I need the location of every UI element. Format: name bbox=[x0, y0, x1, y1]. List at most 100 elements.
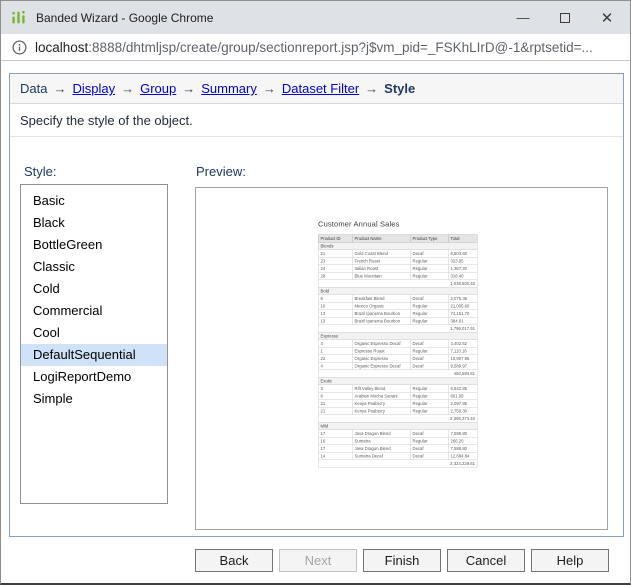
report-detail-row: 4Organic Espresso DecafDecaf3,402.52 bbox=[318, 340, 477, 348]
report-group-total-row: 1,038,500.40 bbox=[318, 280, 477, 288]
report-cell: Regular bbox=[410, 257, 448, 265]
report-group-total: 2,096,373.40 bbox=[318, 415, 477, 423]
report-cell: 13 bbox=[318, 310, 352, 318]
logi-report-icon bbox=[10, 9, 27, 26]
report-group-name: Bold bbox=[318, 287, 477, 295]
report-group-total-row: 1,796,017.91 bbox=[318, 325, 477, 333]
report-cell: 266.20 bbox=[448, 437, 477, 445]
breadcrumb-arrow-icon: → bbox=[182, 81, 195, 96]
report-cell: Regular bbox=[410, 437, 448, 445]
report-cell: Regular bbox=[410, 310, 448, 318]
style-list-item-classic[interactable]: Classic bbox=[21, 256, 167, 278]
minimize-button[interactable]: — bbox=[502, 1, 544, 34]
report-table: Product IDProduct NameProduct TypeTotal B… bbox=[318, 235, 478, 468]
url-host: localhost bbox=[35, 40, 88, 55]
report-cell: Arabian Mocha Sanani bbox=[352, 392, 410, 400]
report-detail-row: 10Mexico OrganicRegular21,005.60 bbox=[318, 302, 477, 310]
report-cell: Regular bbox=[410, 347, 448, 355]
report-detail-row: 1Espresso RoastRegular7,110.16 bbox=[318, 347, 477, 355]
style-list-item-cold[interactable]: Cold bbox=[21, 278, 167, 300]
report-group-total-row: 2,096,373.40 bbox=[318, 415, 477, 423]
report-detail-row: 13Brazil Ipanema BourbonRegular384.61 bbox=[318, 317, 477, 325]
style-list-item-simple[interactable]: Simple bbox=[21, 388, 167, 410]
report-cell: 6 bbox=[318, 392, 352, 400]
style-list-item-commercial[interactable]: Commercial bbox=[21, 300, 167, 322]
style-list-item-bottlegreen[interactable]: BottleGreen bbox=[21, 234, 167, 256]
report-group-total-row: 450,594.81 bbox=[318, 370, 477, 378]
report-group-total: 1,796,017.91 bbox=[318, 325, 477, 333]
instruction-text: Specify the style of the object. bbox=[10, 104, 623, 137]
report-cell: Gold Coast Blend bbox=[352, 250, 410, 258]
report-cell: 384.61 bbox=[448, 317, 477, 325]
maximize-button[interactable] bbox=[544, 1, 586, 34]
report-cell: 8 bbox=[318, 295, 352, 303]
report-column-header: Product ID bbox=[318, 235, 352, 243]
report-detail-row: 22Organic EspressoDecaf10,907.95 bbox=[318, 355, 477, 363]
back-button[interactable]: Back bbox=[195, 549, 273, 572]
report-cell: 23 bbox=[318, 257, 352, 265]
report-cell: Kenya Peaberry bbox=[352, 407, 410, 415]
report-header-row: Product IDProduct NameProduct TypeTotal bbox=[318, 235, 477, 243]
report-table-body: Product IDProduct NameProduct TypeTotal B… bbox=[318, 235, 477, 468]
report-cell: Sumatra bbox=[352, 437, 410, 445]
report-cell: 21 bbox=[318, 407, 352, 415]
report-cell: Decaf bbox=[410, 430, 448, 438]
breadcrumb-item-group[interactable]: Group bbox=[140, 81, 176, 96]
cancel-button[interactable]: Cancel bbox=[447, 549, 525, 572]
report-cell: Organic Espresso Decaf bbox=[352, 362, 410, 370]
report-cell: 10 bbox=[318, 437, 352, 445]
report-cell: Decaf bbox=[410, 362, 448, 370]
report-detail-row: 8Breakfast BlendDecaf2,075.36 bbox=[318, 295, 477, 303]
preview-pane: Customer Annual Sales Product IDProduct … bbox=[195, 187, 608, 530]
report-detail-row: 3Rift Valley BlendRegular6,542.85 bbox=[318, 385, 477, 393]
breadcrumb-item-data: Data bbox=[20, 81, 47, 96]
report-cell: 6,542.85 bbox=[448, 385, 477, 393]
style-list-item-defaultsequential[interactable]: DefaultSequential bbox=[21, 344, 167, 366]
window-title: Banded Wizard - Google Chrome bbox=[36, 11, 213, 25]
report-cell: 28 bbox=[318, 272, 352, 280]
report-cell: 7,110.16 bbox=[448, 347, 477, 355]
help-button[interactable]: Help bbox=[531, 549, 609, 572]
page-info-icon[interactable] bbox=[12, 40, 27, 55]
report-group-total: 1,038,500.40 bbox=[318, 280, 477, 288]
report-group-name: Espresso bbox=[318, 332, 477, 340]
report-group-total: 2,324,229.61 bbox=[318, 460, 477, 468]
report-cell: Decaf bbox=[410, 340, 448, 348]
style-list-item-logireportdemo[interactable]: LogiReportDemo bbox=[21, 366, 167, 388]
breadcrumb-arrow-icon: → bbox=[121, 81, 134, 96]
report-group-total: 450,594.81 bbox=[318, 370, 477, 378]
style-list[interactable]: BasicBlackBottleGreenClassicColdCommerci… bbox=[20, 184, 168, 504]
report-cell: Java Dragon Blend bbox=[352, 445, 410, 453]
style-list-item-basic[interactable]: Basic bbox=[21, 190, 167, 212]
close-button[interactable]: ✕ bbox=[586, 1, 628, 34]
wizard-panel: Data→Display→Group→Summary→Dataset Filte… bbox=[9, 73, 624, 537]
report-cell: Brazil Ipanema Bourbon bbox=[352, 310, 410, 318]
report-group-name: Mild bbox=[318, 422, 477, 430]
maximize-icon bbox=[560, 13, 570, 23]
url-path: :8888/dhtmljsp/create/group/sectionrepor… bbox=[88, 40, 592, 55]
report-cell: 2,750.30 bbox=[448, 407, 477, 415]
title-bar: Banded Wizard - Google Chrome — ✕ bbox=[1, 1, 630, 34]
breadcrumb-item-display[interactable]: Display bbox=[72, 81, 115, 96]
report-detail-row: 10SumatraRegular266.20 bbox=[318, 437, 477, 445]
report-cell: Regular bbox=[410, 407, 448, 415]
report-group-total-row: 2,324,229.61 bbox=[318, 460, 477, 468]
report-cell: 4 bbox=[318, 340, 352, 348]
report-cell: Mexico Organic bbox=[352, 302, 410, 310]
style-list-item-black[interactable]: Black bbox=[21, 212, 167, 234]
report-cell: 7,588.80 bbox=[448, 430, 477, 438]
finish-button[interactable]: Finish bbox=[363, 549, 441, 572]
report-detail-row: 17Java Dragon BlendDecaf7,588.80 bbox=[318, 430, 477, 438]
report-cell: 323.95 bbox=[448, 257, 477, 265]
style-list-item-cool[interactable]: Cool bbox=[21, 322, 167, 344]
report-cell: Breakfast Blend bbox=[352, 295, 410, 303]
address-bar[interactable]: localhost:8888/dhtmljsp/create/group/sec… bbox=[1, 34, 630, 61]
report-detail-row: 21Gold Coast BlendDecaf6,503.60 bbox=[318, 250, 477, 258]
report-cell: 9,589.97 bbox=[448, 362, 477, 370]
report-cell: 14 bbox=[318, 452, 352, 460]
report-cell: 1 bbox=[318, 347, 352, 355]
report-cell: 13 bbox=[318, 317, 352, 325]
url-text: localhost:8888/dhtmljsp/create/group/sec… bbox=[35, 40, 593, 55]
breadcrumb-item-dataset-filter[interactable]: Dataset Filter bbox=[282, 81, 359, 96]
breadcrumb-item-summary[interactable]: Summary bbox=[201, 81, 257, 96]
